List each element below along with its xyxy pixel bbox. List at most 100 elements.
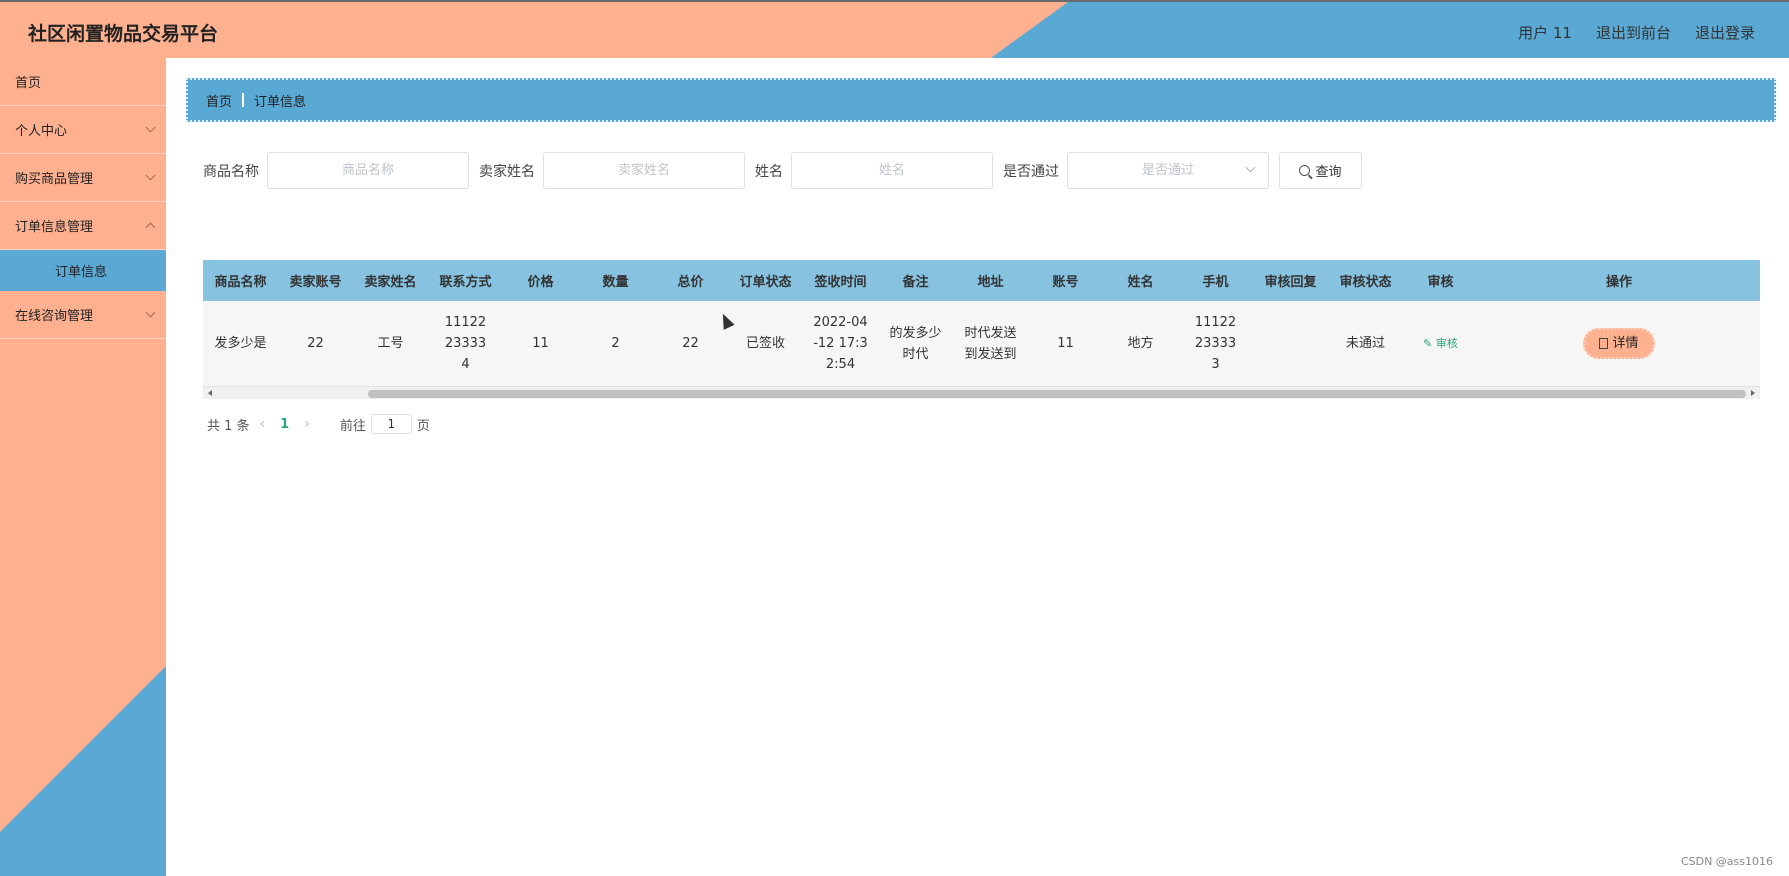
sidebar: 首页 个人中心 购买商品管理 订单信息管理 订单信息 在线咨询管理 (0, 58, 166, 876)
col-header: 地址 (977, 275, 1004, 290)
sidebar-subitem-label: 订单信息 (55, 265, 108, 280)
cell-account: 11 (1057, 336, 1074, 351)
chevron-up-icon (145, 222, 156, 233)
cell-total: 22 (682, 336, 699, 351)
breadcrumb-separator (242, 93, 245, 107)
watermark: CSDN @ass1016 (1680, 855, 1773, 868)
edit-icon: ✎ (1423, 337, 1433, 350)
sidebar-item-label: 首页 (15, 76, 42, 91)
cell-remark: 的发多少时代 (889, 325, 942, 362)
breadcrumb-current: 订单信息 (254, 94, 307, 110)
order-table: 商品名称 卖家账号 卖家姓名 联系方式 价格 数量 总价 订单状态 签收时间 备… (203, 260, 1760, 386)
cell-name: 地方 (1127, 336, 1154, 351)
col-header: 姓名 (1127, 275, 1154, 290)
name-label: 姓名 (755, 163, 783, 180)
next-page-icon[interactable]: › (304, 416, 310, 432)
col-header: 数量 (602, 275, 629, 290)
page-number[interactable]: 1 (280, 417, 289, 432)
sidebar-item-home[interactable]: 首页 (0, 58, 166, 106)
col-header: 审核状态 (1339, 275, 1392, 290)
sidebar-menu: 首页 个人中心 购买商品管理 订单信息管理 订单信息 在线咨询管理 (0, 58, 166, 339)
pagination-total: 共 1 条 (207, 418, 250, 434)
col-header: 审核 (1427, 275, 1454, 290)
cell-phone: 11122233333 (1194, 315, 1237, 372)
chevron-down-icon (145, 307, 156, 318)
chevron-down-icon (145, 170, 156, 181)
sidebar-item-label: 购买商品管理 (15, 172, 94, 187)
sidebar-item-label: 在线咨询管理 (15, 309, 94, 324)
col-header: 备注 (902, 275, 929, 290)
audit-link[interactable]: ✎ 审核 (1423, 337, 1458, 350)
query-button-label: 查询 (1315, 165, 1342, 180)
sidebar-item-label: 个人中心 (15, 124, 68, 139)
search-icon (1299, 165, 1311, 176)
page-unit-label: 页 (416, 418, 430, 434)
cell-contact: 11122233334 (444, 315, 487, 372)
sidebar-item-consult-management[interactable]: 在线咨询管理 (0, 291, 166, 339)
col-header: 操作 (1605, 275, 1632, 290)
document-icon (1599, 338, 1609, 349)
sidebar-item-label: 订单信息管理 (15, 220, 94, 235)
col-header: 订单状态 (739, 275, 792, 290)
col-header: 价格 (527, 275, 554, 290)
audit-link-label: 审核 (1435, 337, 1458, 350)
horizontal-scrollbar[interactable] (203, 386, 1760, 399)
seller-name-input[interactable] (543, 152, 745, 189)
current-user: 用户 11 (1518, 24, 1572, 42)
cell-order-status: 已签收 (745, 336, 785, 351)
cell-product-name: 发多少是 (214, 336, 267, 351)
logout-link[interactable]: 退出登录 (1695, 22, 1755, 43)
cell-audit-status: 未通过 (1345, 336, 1385, 351)
chevron-down-icon (1245, 162, 1256, 173)
cell-actions: 详情 (1478, 301, 1760, 386)
approved-select[interactable]: 是否通过 (1067, 152, 1269, 189)
sidebar-item-purchase-management[interactable]: 购买商品管理 (0, 154, 166, 202)
breadcrumb: 首页 订单信息 (186, 78, 1776, 122)
pagination: 共 1 条 ‹ 1 › 前往 页 (207, 414, 430, 434)
col-header: 审核回复 (1264, 275, 1317, 290)
exit-to-front-link[interactable]: 退出到前台 (1596, 22, 1671, 43)
header-actions: 用户 11 退出到前台 退出登录 (1518, 22, 1755, 43)
table-row: 发多少是 22 工号 11122233334 11 2 22 已签收 2022-… (203, 301, 1760, 386)
cell-sign-time: 2022-04-12 17:32:54 (813, 315, 868, 372)
col-header: 手机 (1202, 275, 1229, 290)
col-header: 账号 (1052, 275, 1079, 290)
product-name-label: 商品名称 (203, 163, 259, 180)
table-header-row: 商品名称 卖家账号 卖家姓名 联系方式 价格 数量 总价 订单状态 签收时间 备… (203, 260, 1760, 301)
goto-page-input[interactable] (370, 414, 412, 434)
sidebar-item-personal-center[interactable]: 个人中心 (0, 106, 166, 154)
cell-price: 11 (532, 336, 549, 351)
col-header: 签收时间 (814, 275, 867, 290)
approved-label: 是否通过 (1003, 163, 1059, 180)
name-input[interactable] (791, 152, 993, 189)
cell-seller-account: 22 (307, 336, 324, 351)
seller-name-label: 卖家姓名 (479, 163, 535, 180)
cell-address: 时代发送到发送到 (964, 325, 1017, 362)
detail-button-label: 详情 (1612, 336, 1639, 351)
search-bar: 商品名称 卖家姓名 姓名 是否通过 是否通过 查询 (203, 152, 1362, 189)
scroll-right-icon[interactable] (1751, 390, 1755, 396)
query-button[interactable]: 查询 (1279, 152, 1362, 189)
col-header: 卖家账号 (289, 275, 342, 290)
scroll-thumb[interactable] (368, 390, 1746, 398)
cell-seller-name: 工号 (377, 336, 404, 351)
product-name-input[interactable] (267, 152, 469, 189)
prev-page-icon[interactable]: ‹ (260, 416, 266, 432)
chevron-down-icon (145, 122, 156, 133)
approved-select-placeholder: 是否通过 (1141, 163, 1194, 178)
cell-audit-reply (1253, 301, 1328, 386)
cell-audit: ✎ 审核 (1403, 301, 1478, 386)
col-header: 总价 (677, 275, 704, 290)
col-header: 卖家姓名 (364, 275, 417, 290)
breadcrumb-home[interactable]: 首页 (206, 91, 232, 110)
order-table-container: 商品名称 卖家账号 卖家姓名 联系方式 价格 数量 总价 订单状态 签收时间 备… (203, 260, 1760, 399)
scroll-left-icon[interactable] (208, 390, 212, 396)
sidebar-item-order-management[interactable]: 订单信息管理 (0, 202, 166, 250)
col-header: 商品名称 (214, 275, 267, 290)
col-header: 联系方式 (439, 275, 492, 290)
top-header: 社区闲置物品交易平台 用户 11 退出到前台 退出登录 (0, 0, 1789, 58)
app-title: 社区闲置物品交易平台 (28, 23, 219, 45)
cell-quantity: 2 (611, 336, 620, 351)
detail-button[interactable]: 详情 (1583, 328, 1655, 359)
sidebar-subitem-order-info[interactable]: 订单信息 (0, 250, 166, 291)
